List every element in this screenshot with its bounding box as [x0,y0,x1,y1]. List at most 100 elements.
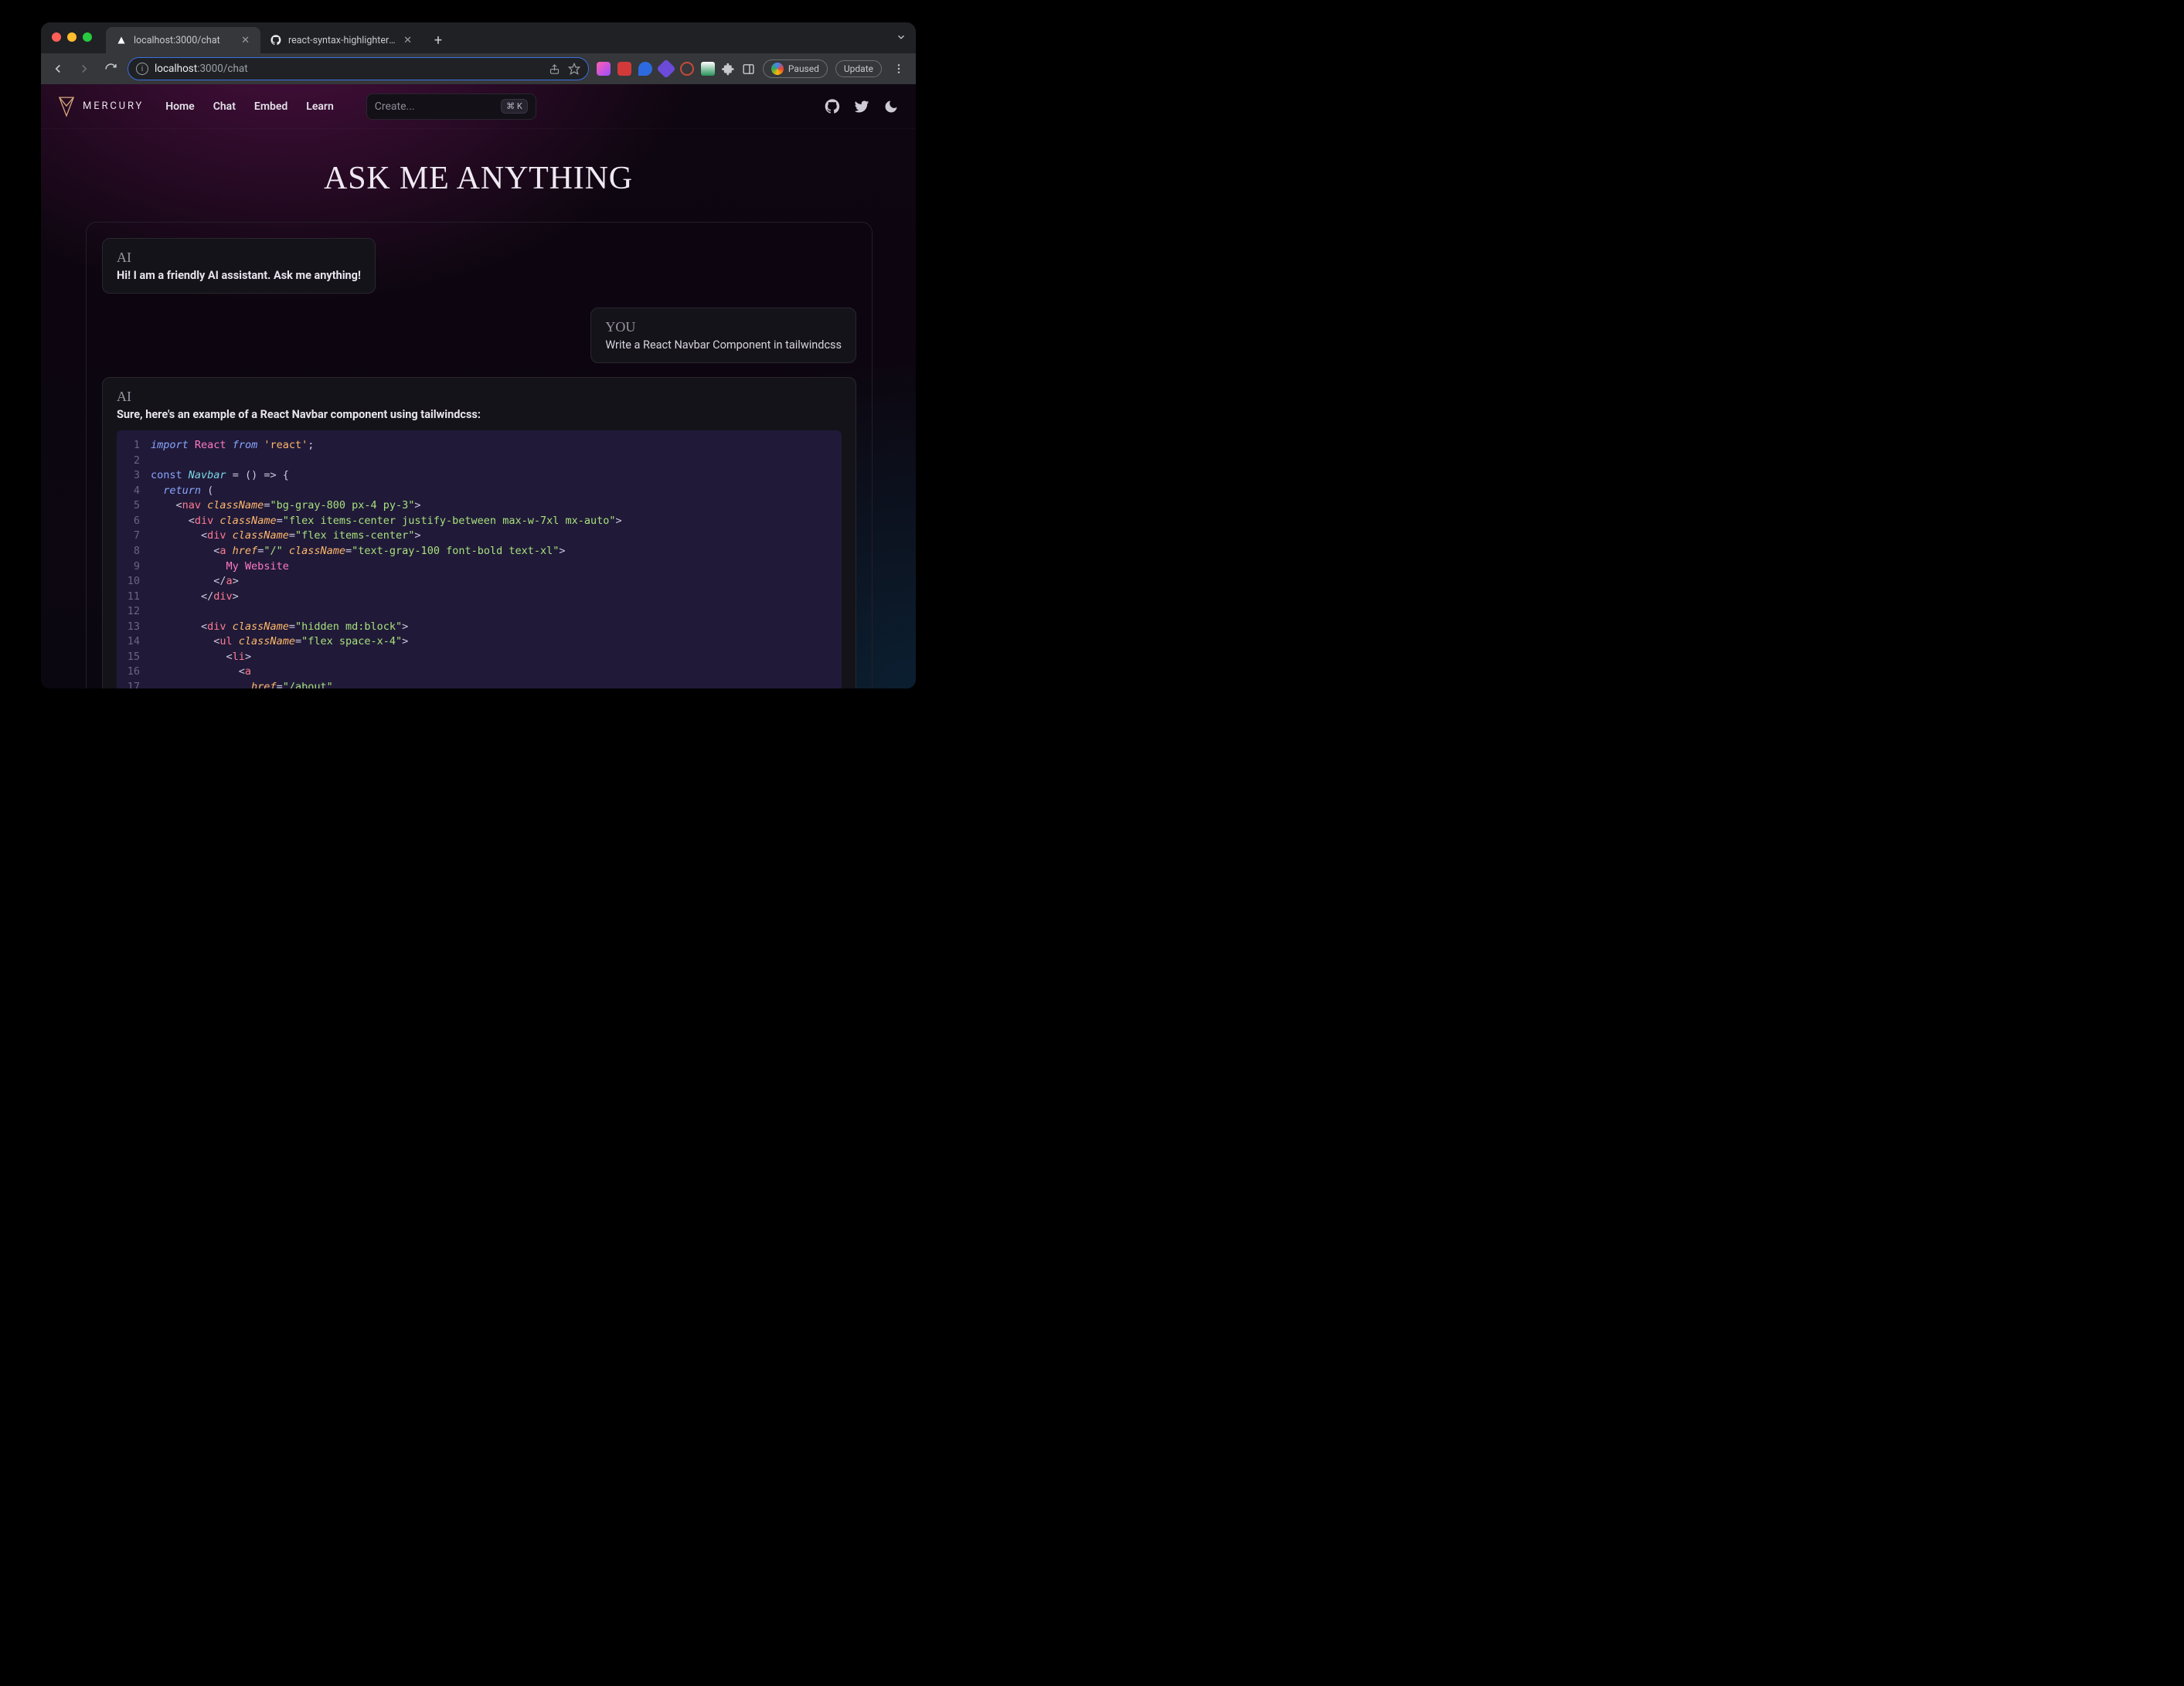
brand-name: MERCURY [83,100,144,112]
nav-link-embed[interactable]: Embed [254,100,287,113]
update-button[interactable]: Update [835,60,882,77]
extension-icon[interactable] [701,62,715,76]
code-content: <li> [151,650,251,665]
line-number: 1 [117,438,151,454]
code-content: <ul className="flex space-x-4"> [151,634,408,650]
panel-icon[interactable] [742,63,755,76]
line-number: 2 [117,454,151,469]
chat-message-ai: AI Hi! I am a friendly AI assistant. Ask… [102,238,856,294]
tab-close-button[interactable]: ✕ [240,33,251,48]
line-number: 11 [117,590,151,605]
code-content: <div className="hidden md:block"> [151,620,408,635]
update-label: Update [844,63,873,74]
tabs-dropdown-button[interactable] [896,32,907,42]
code-content: <a [151,665,251,680]
code-line: 15 <li> [117,650,842,665]
message-role: YOU [605,319,842,335]
profile-paused-chip[interactable]: Paused [763,59,828,78]
tab-favicon-icon [270,34,282,46]
code-line: 3const Navbar = () => { [117,468,842,484]
extensions-button[interactable] [722,63,735,76]
brand-logo-icon [58,96,75,117]
nav-link-home[interactable]: Home [165,100,195,113]
line-number: 4 [117,484,151,499]
new-tab-button[interactable]: + [427,29,449,51]
extension-icon[interactable] [680,62,694,76]
code-content: href="/about" [151,680,333,688]
window-minimize-button[interactable] [67,32,77,42]
create-input[interactable]: Create... ⌘ K [366,93,536,120]
code-line: 13 <div className="hidden md:block"> [117,620,842,635]
code-content: <div className="flex items-center justif… [151,514,622,529]
code-content: My Website [151,559,289,575]
kebab-menu-button[interactable] [890,59,908,78]
tab-strip: localhost:3000/chat✕react-syntax-highlig… [41,22,916,53]
extension-icon[interactable] [638,62,652,76]
site-info-icon[interactable]: i [136,63,148,75]
code-content: <div className="flex items-center"> [151,529,421,544]
message-body: Sure, here's an example of a React Navba… [117,408,842,421]
create-placeholder: Create... [375,100,493,113]
back-button[interactable] [49,59,67,78]
code-line: 10 </a> [117,574,842,590]
code-line: 12 [117,604,842,620]
address-bar[interactable]: i localhost:3000/chat [128,57,589,80]
code-line: 5 <nav className="bg-gray-800 px-4 py-3"… [117,498,842,514]
browser-toolbar: i localhost:3000/chat Paused [41,53,916,84]
theme-toggle-icon[interactable] [883,99,899,114]
extension-icon[interactable] [617,62,631,76]
profile-avatar-icon [771,63,784,75]
share-icon[interactable] [549,63,560,75]
code-line: 2 [117,454,842,469]
line-number: 10 [117,574,151,590]
code-content: </div> [151,590,239,605]
message-body: Hi! I am a friendly AI assistant. Ask me… [117,269,361,282]
code-line: 9 My Website [117,559,842,575]
tab-close-button[interactable]: ✕ [402,33,413,48]
line-number: 17 [117,680,151,688]
page-title: ASK ME ANYTHING [41,160,916,197]
bookmark-icon[interactable] [568,63,580,75]
line-number: 15 [117,650,151,665]
twitter-link-icon[interactable] [854,99,869,114]
line-number: 9 [117,559,151,575]
brand[interactable]: MERCURY [58,96,144,117]
extension-icon[interactable] [656,59,675,78]
code-line: 4 return ( [117,484,842,499]
page-content: MERCURY Home Chat Embed Learn Create... ⌘ K… [41,84,916,688]
nav-link-learn[interactable]: Learn [306,100,333,113]
browser-tab[interactable]: localhost:3000/chat ✕ [106,27,260,53]
forward-button[interactable] [75,59,94,78]
line-number: 7 [117,529,151,544]
code-line: 16 <a [117,665,842,680]
hero: ASK ME ANYTHING [41,129,916,202]
code-block[interactable]: 1import React from 'react';23const Navba… [117,430,842,688]
code-line: 11 </div> [117,590,842,605]
code-content: </a> [151,574,239,590]
code-line: 1import React from 'react'; [117,438,842,454]
main-menu: Home Chat Embed Learn [165,100,334,113]
message-role: AI [117,250,361,266]
url-text: localhost:3000/chat [155,63,543,75]
window-maximize-button[interactable] [83,32,92,42]
nav-link-chat[interactable]: Chat [213,100,236,113]
line-number: 5 [117,498,151,514]
code-line: 17 href="/about" [117,680,842,688]
browser-tab[interactable]: react-syntax-highlighter/react… ✕ [260,27,423,53]
code-content: <nav className="bg-gray-800 px-4 py-3"> [151,498,421,514]
window-close-button[interactable] [52,32,61,42]
browser-window: localhost:3000/chat✕react-syntax-highlig… [41,22,916,688]
line-number: 13 [117,620,151,635]
line-number: 8 [117,544,151,559]
message-role: AI [117,389,842,405]
github-link-icon[interactable] [825,99,840,114]
line-number: 12 [117,604,151,620]
paused-label: Paused [788,63,819,74]
tab-title: react-syntax-highlighter/react… [288,35,396,46]
extension-icon[interactable] [597,62,611,76]
reload-button[interactable] [101,59,120,78]
code-content: const Navbar = () => { [151,468,289,484]
code-line: 7 <div className="flex items-center"> [117,529,842,544]
extension-row [597,62,755,76]
tab-title: localhost:3000/chat [134,35,233,46]
